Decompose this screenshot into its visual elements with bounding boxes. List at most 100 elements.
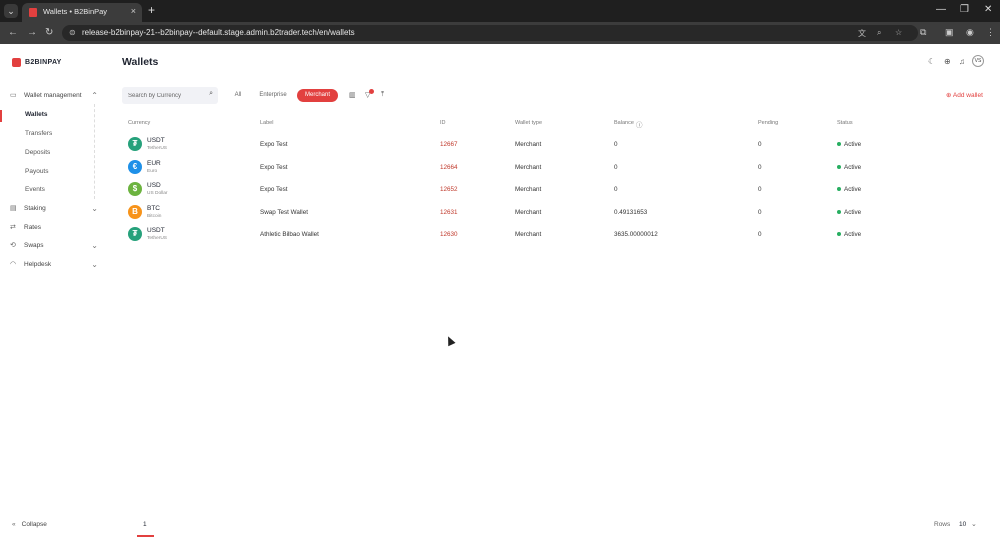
minimize-icon[interactable]: — (936, 4, 946, 15)
currency-code: USD (147, 182, 161, 189)
column-header-status: Status (837, 120, 853, 126)
table-row[interactable]: B BTC Bitcoin Swap Test Wallet 12631 Merchant… (122, 201, 988, 223)
cell-id[interactable]: 12630 (440, 231, 458, 238)
cell-label: Swap Test Wallet (260, 208, 308, 216)
search-icon[interactable]: ⌕ (209, 90, 213, 98)
url-bar[interactable]: ⊜ release-b2binpay-21--b2binpay--default… (62, 25, 918, 41)
sidebar-subitem-payouts[interactable]: Payouts (25, 168, 49, 175)
cell-wallet-type: Merchant (515, 141, 542, 148)
add-wallet-button[interactable]: ⊕ Add wallet (946, 91, 983, 99)
translate-icon[interactable]: 文 (858, 28, 866, 39)
sidebar-subitem-wallets[interactable]: Wallets (25, 111, 48, 118)
cell-id[interactable]: 12667 (440, 141, 458, 148)
pagination-active-indicator (137, 535, 154, 537)
cell-id[interactable]: 12664 (440, 164, 458, 171)
sidebar-item-swaps[interactable]: ⟲ Swaps ⌄ (10, 238, 100, 252)
table-row[interactable]: ₮ USDT TetherUS Expo Test 12667 Merchant 0 0 Act… (122, 133, 988, 155)
columns-icon[interactable]: ▥ (349, 91, 356, 99)
sidebar-item-helpdesk[interactable]: ◠ Helpdesk ⌄ (10, 257, 100, 271)
chevron-down-icon[interactable]: ⌄ (971, 520, 977, 528)
export-upload-icon[interactable]: ⤒ (381, 91, 384, 99)
pagination-page-1[interactable]: 1 (143, 521, 147, 528)
filter-tab-all[interactable]: All (230, 89, 246, 102)
collapse-button[interactable]: « Collapse (12, 521, 47, 528)
sidebar-subitem-transfers[interactable]: Transfers (25, 130, 52, 137)
sidebar-item-rates[interactable]: ⇄ Rates (10, 220, 100, 234)
cell-status: Active (837, 209, 861, 216)
chevron-down-icon: ⌄ (91, 240, 98, 250)
status-dot-icon (837, 187, 841, 192)
cell-label: Athletic Bilbao Wallet (260, 231, 319, 238)
table-row[interactable]: $ USD US Dollar Expo Test 12652 Merchant 0 0 Act… (122, 178, 988, 200)
status-dot-icon (837, 232, 841, 237)
tab-search-icon[interactable]: ⌄ (4, 4, 18, 18)
page-title: Wallets (122, 56, 159, 68)
usdt-currency-icon: ₮ (128, 227, 142, 241)
column-header-id: ID (440, 120, 446, 126)
tab-close-icon[interactable]: × (131, 6, 136, 16)
zoom-icon[interactable]: ⌕ (877, 28, 881, 38)
currency-code: USDT (147, 137, 165, 144)
browser-addressbar: ← → ↻ ⊜ release-b2binpay-21--b2binpay--d… (0, 22, 1000, 44)
theme-moon-icon[interactable]: ☾ (928, 57, 935, 66)
browser-tabbar: ⌄ Wallets • B2BinPay × + — ❐ ✕ (0, 0, 1000, 22)
cell-pending: 0 (758, 186, 762, 193)
wallet-icon: ▭ (10, 92, 17, 99)
staking-icon: ▤ (10, 205, 17, 212)
cell-balance: 0 (614, 163, 618, 171)
cell-balance: 0 (614, 141, 618, 148)
cell-wallet-type: Merchant (515, 208, 542, 216)
cell-id[interactable]: 12652 (440, 186, 458, 193)
cell-pending: 0 (758, 141, 762, 148)
sidebar-item-wallet-management[interactable]: ▭ Wallet management ⌃ (10, 88, 100, 102)
status-text: Active (844, 163, 862, 171)
currency-name: Bitcoin (147, 213, 162, 219)
column-header-currency: Currency (128, 120, 151, 126)
column-header-label: Label (260, 120, 274, 126)
extension-avatar-icon[interactable]: ◉ (966, 27, 974, 38)
favicon-icon (29, 8, 37, 17)
browser-tab[interactable]: Wallets • B2BinPay × (22, 3, 142, 22)
table-row[interactable]: ₮ USDT TetherUS Athletic Bilbao Wallet 12630… (122, 223, 988, 245)
reload-icon[interactable]: ↻ (45, 27, 53, 38)
logo[interactable]: B2BINPAY (12, 56, 62, 68)
back-icon[interactable]: ← (8, 27, 18, 38)
status-text: Active (844, 231, 862, 238)
extensions-icon[interactable]: ⧉ (920, 27, 926, 38)
language-globe-icon[interactable]: ⊕ (944, 57, 951, 66)
cell-status: Active (837, 186, 861, 193)
browser-menu-icon[interactable]: ⋮ (986, 27, 995, 38)
avatar[interactable]: VS (972, 55, 984, 67)
maximize-icon[interactable]: ❐ (960, 4, 969, 15)
close-window-icon[interactable]: ✕ (984, 4, 992, 15)
cell-pending: 0 (758, 231, 762, 238)
cell-pending: 0 (758, 163, 762, 171)
status-text: Active (844, 141, 862, 148)
bookmark-star-icon[interactable]: ☆ (895, 28, 902, 37)
sidebar-item-label: Swaps (24, 241, 44, 249)
usd-currency-icon: $ (128, 182, 142, 196)
sidebar-subitem-events[interactable]: Events (25, 186, 45, 193)
logo-text: B2BINPAY (25, 58, 62, 66)
filter-tab-enterprise[interactable]: Enterprise (254, 89, 292, 102)
forward-icon[interactable]: → (27, 27, 37, 38)
sidebar-item-staking[interactable]: ▤ Staking ⌄ (10, 201, 100, 215)
sidebar-item-label: Helpdesk (24, 260, 52, 268)
rows-per-page-select[interactable]: 10 (959, 521, 966, 528)
cell-id[interactable]: 12631 (440, 209, 458, 216)
usdt-currency-icon: ₮ (128, 137, 142, 151)
sidebar-subitem-deposits[interactable]: Deposits (25, 149, 50, 156)
notifications-bell-icon[interactable]: ♫ (959, 57, 965, 66)
logo-mark-icon (12, 57, 21, 67)
search-box[interactable]: ⌕ (122, 87, 218, 104)
info-icon[interactable]: ⓘ (636, 119, 643, 129)
collapse-label: Collapse (21, 521, 47, 528)
status-text: Active (844, 208, 862, 216)
site-info-icon[interactable]: ⊜ (69, 28, 76, 37)
profile-icon[interactable]: ▣ (945, 27, 954, 38)
filter-tab-merchant[interactable]: Merchant (297, 89, 338, 102)
table-row[interactable]: € EUR Euro Expo Test 12664 Merchant 0 0 Active (122, 156, 988, 178)
column-header-wallet-type: Wallet type (515, 120, 543, 126)
new-tab-icon[interactable]: + (148, 3, 155, 17)
search-input[interactable] (128, 90, 203, 101)
